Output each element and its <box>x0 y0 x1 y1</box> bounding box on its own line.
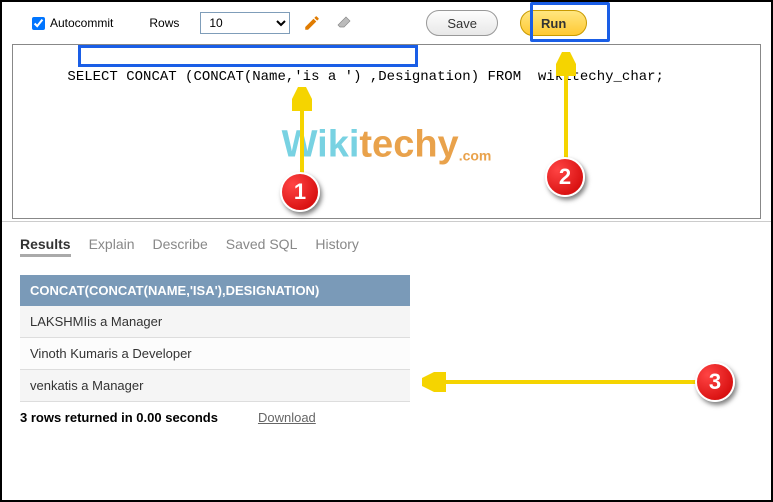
tab-savedsql[interactable]: Saved SQL <box>226 234 298 257</box>
run-button[interactable]: Run <box>520 10 587 36</box>
sql-part1: SELECT <box>67 69 126 85</box>
table-row: LAKSHMIis a Manager <box>20 306 410 338</box>
download-link[interactable]: Download <box>258 410 316 425</box>
table-row: venkatis a Manager <box>20 370 410 402</box>
rows-select[interactable]: 10 <box>200 12 290 34</box>
tab-explain[interactable]: Explain <box>89 234 135 257</box>
result-tabs: Results Explain Describe Saved SQL Histo… <box>2 222 771 263</box>
pencil-icon[interactable] <box>302 13 322 33</box>
autocommit-checkbox[interactable]: Autocommit <box>32 16 113 30</box>
autocommit-label: Autocommit <box>50 16 113 30</box>
tab-describe[interactable]: Describe <box>153 234 208 257</box>
table-row: Vinoth Kumaris a Developer <box>20 338 410 370</box>
sql-highlighted: CONCAT (CONCAT(Name,'is a ') ,Designatio… <box>126 69 479 85</box>
eraser-icon[interactable] <box>334 13 354 33</box>
tab-results[interactable]: Results <box>20 234 71 257</box>
watermark: Wikitechy.com <box>282 123 492 166</box>
results-header: CONCAT(CONCAT(NAME,'ISA'),DESIGNATION) <box>20 275 410 306</box>
save-button[interactable]: Save <box>426 10 498 36</box>
tab-history[interactable]: History <box>315 234 359 257</box>
sql-editor[interactable]: SELECT CONCAT (CONCAT(Name,'is a ') ,Des… <box>12 44 761 219</box>
autocommit-input[interactable] <box>32 17 45 30</box>
rows-label: Rows <box>149 16 179 30</box>
results-table: CONCAT(CONCAT(NAME,'ISA'),DESIGNATION) L… <box>20 275 410 402</box>
status-text: 3 rows returned in 0.00 seconds <box>20 410 218 425</box>
sql-part2: FROM wikitechy_char; <box>479 69 664 85</box>
